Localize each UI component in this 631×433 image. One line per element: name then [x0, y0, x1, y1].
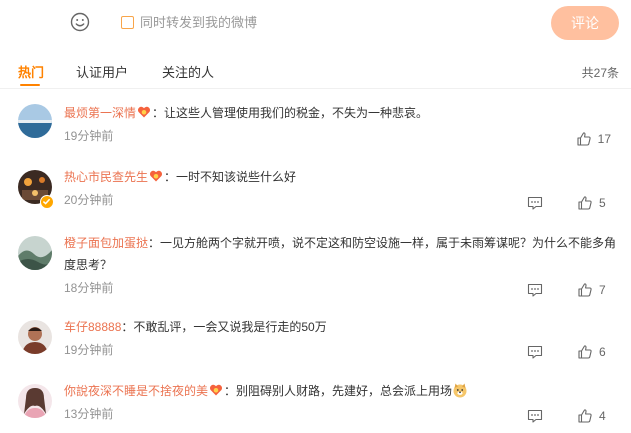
like-count: 5: [599, 196, 606, 210]
avatar[interactable]: [18, 104, 52, 138]
comment-username[interactable]: 热心市民查先生: [64, 170, 148, 184]
submit-comment-button[interactable]: 评论: [551, 6, 619, 40]
comment-tabs: 热门 认证用户 关注的人 共27条: [0, 60, 631, 88]
comment-text: ：让这些人管理使用我们的税金，不失为一种悲哀。: [152, 106, 429, 120]
compose-bar: 同时转发到我的微博 评论: [0, 0, 631, 46]
comment-actions: 7: [527, 282, 611, 298]
comment-text-line: 车仔88888：不敢乱评，一会又说我是行走的50万: [64, 316, 620, 338]
comment-actions: 6: [527, 344, 611, 360]
comment-text-line: 热心市民查先生 ：一时不知该说些什么好: [64, 166, 620, 188]
comment-text-line: 你說夜深不睡是不捨夜的美 ：别阻碍别人财路，先建好，总会派上用场: [64, 380, 620, 402]
verified-badge-icon: [40, 195, 54, 209]
comment-actions: 17: [576, 131, 611, 147]
doge-emoji-icon: [453, 383, 467, 398]
comment-text-line: 橙子面包加蛋挞：一见方舱两个字就开喷，说不定这和防空设施一样，属于未雨筹谋呢？为…: [64, 232, 620, 276]
like-icon[interactable]: [577, 408, 593, 424]
tab-hot[interactable]: 热门: [18, 64, 44, 82]
comment-username[interactable]: 最烦第一深情: [64, 106, 136, 120]
tab-verified-users[interactable]: 认证用户: [76, 64, 128, 82]
comment-actions: 4: [527, 408, 611, 424]
like-count: 6: [599, 345, 606, 359]
comment-text-line: 最烦第一深情 ：让这些人管理使用我们的税金，不失为一种悲哀。: [64, 102, 620, 124]
avatar[interactable]: [18, 236, 52, 270]
comment-text: ：别阻碍别人财路，先建好，总会派上用场: [224, 384, 453, 398]
divider: [0, 88, 631, 89]
comment-text: ：一时不知该说些什么好: [164, 170, 297, 184]
fan-badge-icon: [210, 384, 223, 396]
comment-icon[interactable]: [527, 195, 543, 211]
avatar[interactable]: [18, 384, 52, 418]
tab-active-indicator: [20, 84, 40, 86]
repost-checkbox[interactable]: [121, 16, 134, 29]
comment-username[interactable]: 你說夜深不睡是不捨夜的美: [64, 384, 208, 398]
like-icon[interactable]: [576, 131, 592, 147]
fan-badge-icon: [150, 170, 163, 182]
comment-username[interactable]: 车仔88888: [64, 320, 121, 334]
comment-actions: 5: [527, 195, 611, 211]
like-icon[interactable]: [577, 282, 593, 298]
smiley-icon[interactable]: [70, 12, 90, 32]
like-icon[interactable]: [577, 195, 593, 211]
comment-icon[interactable]: [527, 408, 543, 424]
comment-icon[interactable]: [527, 282, 543, 298]
like-count: 4: [599, 409, 606, 423]
comment-total-count: 共27条: [581, 66, 619, 80]
fan-badge-icon: [138, 106, 151, 118]
like-count: 7: [599, 283, 606, 297]
comment-icon[interactable]: [527, 344, 543, 360]
like-icon[interactable]: [577, 344, 593, 360]
avatar[interactable]: [18, 320, 52, 354]
repost-label: 同时转发到我的微博: [140, 15, 258, 30]
comment-text: ：不敢乱评，一会又说我是行走的50万: [121, 320, 327, 334]
comment-time: 19分钟前: [64, 129, 114, 143]
like-count: 17: [597, 132, 611, 146]
tab-following[interactable]: 关注的人: [162, 64, 214, 82]
comment-username[interactable]: 橙子面包加蛋挞: [64, 236, 148, 250]
